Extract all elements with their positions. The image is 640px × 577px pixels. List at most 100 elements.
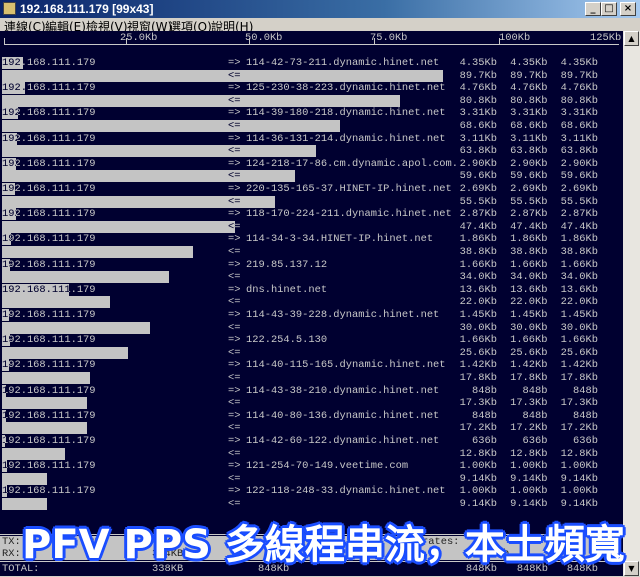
- menu-bar: 連線(C) 編輯(E) 檢視(V) 視窗(W) 選項(O) 說明(H): [0, 18, 640, 34]
- title-bar: 192.168.111.179 [99x43] _ □ ×: [0, 0, 640, 18]
- flow-tx-bar: [2, 107, 19, 120]
- scale-label: 50.0Kb: [245, 32, 283, 44]
- flow-rx-bar: [2, 69, 444, 82]
- flow-out-arrow: =>: [228, 384, 241, 397]
- flow-out-arrow: =>: [228, 485, 241, 498]
- flow-tx-bar: [2, 233, 12, 246]
- flow-rx-bar: [2, 296, 111, 309]
- putty-app-icon[interactable]: [3, 2, 16, 15]
- flow-out-arrow: =>: [228, 283, 241, 296]
- flow-rx-rate-40s: 59.6Kb: [560, 170, 598, 183]
- flow-rx-rate-40s: 17.8Kb: [560, 372, 598, 384]
- flow-tx-rate-40s: 3.31Kb: [560, 107, 598, 120]
- flow-remote-host: 114-43-39-228.dynamic.hinet.net: [246, 309, 440, 321]
- flow-in-arrow: <=: [228, 271, 241, 284]
- flow-in-arrow: <=: [228, 472, 241, 485]
- flow-in-arrow: <=: [228, 498, 241, 510]
- flow-out-arrow: =>: [228, 233, 241, 246]
- flow-remote-host: 124-218-17-86.cm.dynamic.apol.com.: [246, 157, 459, 170]
- scale-tick: [4, 38, 5, 45]
- flow-rx-rate-40s: 25.6Kb: [560, 346, 598, 359]
- flow-tx-rate-40s: 1.45Kb: [560, 309, 598, 321]
- flow-rx-bar: [2, 94, 400, 107]
- flow-tx-bar: [2, 183, 16, 195]
- flow-tx-bar: [2, 384, 7, 397]
- flow-rx-bar: [2, 397, 88, 410]
- flow-tx-rate-40s: 4.76Kb: [560, 82, 598, 95]
- flow-rx-bar: [2, 170, 296, 183]
- overlay-caption: PFV PPS 多線程串流，本土頻寬: [22, 522, 625, 568]
- flow-tx-bar: [2, 334, 11, 347]
- flow-remote-host: 114-39-180-218.dynamic.hinet.net: [246, 107, 446, 120]
- flow-local-host: 192.168.111.179: [2, 183, 96, 195]
- flow-in-arrow: <=: [228, 321, 241, 334]
- flow-tx-rate-40s: 848b: [573, 409, 598, 422]
- flow-tx-bar: [2, 435, 6, 447]
- flow-local-host: 192.168.111.179: [2, 334, 96, 347]
- scale-label: 125Kb: [590, 32, 622, 44]
- vertical-scrollbar[interactable]: ▲ ▼: [623, 31, 640, 576]
- flow-remote-host: 121-254-70-149.veetime.com: [246, 460, 409, 473]
- flow-tx-bar: [2, 485, 7, 498]
- flow-local-host: 192.168.111.179: [2, 384, 96, 397]
- flow-tx-bar: [2, 309, 10, 321]
- scale-label: 100Kb: [499, 32, 531, 44]
- flow-out-arrow: =>: [228, 208, 241, 221]
- flow-in-arrow: <=: [228, 447, 241, 460]
- flow-rx-rate-40s: 55.5Kb: [560, 195, 598, 208]
- flow-remote-host: 220-135-165-37.HINET-IP.hinet.net: [246, 183, 452, 195]
- flow-rx-bar: [2, 120, 340, 132]
- flow-out-arrow: =>: [228, 435, 241, 447]
- flow-tx-bar: [2, 283, 69, 296]
- flow-local-host: 192.168.111.179: [2, 460, 96, 473]
- window-title: 192.168.111.179 [99x43]: [20, 2, 154, 16]
- maximize-button[interactable]: □: [601, 2, 617, 16]
- flow-rx-rate-40s: 9.14Kb: [560, 472, 598, 485]
- flow-out-arrow: =>: [228, 57, 241, 69]
- flow-tx-rate-40s: 636b: [573, 435, 598, 447]
- flow-rx-bar: [2, 246, 193, 258]
- flow-remote-host: 114-34-3-34.HINET-IP.hinet.net: [246, 233, 434, 246]
- flow-tx-bar: [2, 359, 9, 372]
- terminal-area[interactable]: 25.0Kb 50.0Kb 75.0Kb 100Kb 125Kb 192.168…: [0, 31, 623, 576]
- flow-out-arrow: =>: [228, 183, 241, 195]
- flow-tx-rate-40s: 1.00Kb: [560, 485, 598, 498]
- flow-remote-host: 118-170-224-211.dynamic.hinet.net: [246, 208, 452, 221]
- rx-label: RX:: [2, 548, 21, 560]
- tx-label: TX:: [2, 536, 21, 548]
- flow-remote-host: 114-40-115-165.dynamic.hinet.net: [246, 359, 446, 372]
- flow-rx-rate-40s: 89.7Kb: [560, 69, 598, 82]
- flow-rx-rate-40s: 30.0Kb: [560, 321, 598, 334]
- flow-rx-rate-40s: 12.8Kb: [560, 447, 598, 460]
- flow-out-arrow: =>: [228, 309, 241, 321]
- flow-tx-bar: [2, 157, 17, 170]
- flow-tx-bar: [2, 208, 17, 221]
- flow-local-host: 192.168.111.179: [2, 258, 96, 271]
- flow-out-arrow: =>: [228, 359, 241, 372]
- flow-remote-host: 114-42-60-122.dynamic.hinet.net: [246, 435, 440, 447]
- flow-remote-host: 114-36-131-214.dynamic.hinet.net: [246, 132, 446, 145]
- flow-tx-bar: [2, 460, 7, 473]
- flow-in-arrow: <=: [228, 346, 241, 359]
- flow-remote-host: dns.hinet.net: [246, 283, 328, 296]
- flow-local-host: 192.168.111.179: [2, 409, 96, 422]
- flow-tx-rate-40s: 13.6Kb: [560, 283, 598, 296]
- scale-label: 75.0Kb: [370, 32, 408, 44]
- scroll-up-button[interactable]: ▲: [624, 31, 639, 46]
- flow-rx-bar: [2, 346, 128, 359]
- flow-tx-rate-40s: 1.86Kb: [560, 233, 598, 246]
- flow-remote-host: 125-230-38-223.dynamic.hinet.net: [246, 82, 446, 95]
- flow-rx-bar: [2, 145, 316, 158]
- minimize-button[interactable]: _: [585, 2, 601, 16]
- flow-tx-bar: [2, 132, 18, 145]
- scroll-down-button[interactable]: ▼: [624, 561, 639, 576]
- flow-rx-bar: [2, 372, 90, 384]
- flow-tx-bar: [2, 82, 26, 95]
- flow-in-arrow: <=: [228, 372, 241, 384]
- close-button[interactable]: ×: [620, 2, 636, 16]
- flow-rx-rate-40s: 80.8Kb: [560, 94, 598, 107]
- scale-label: 25.0Kb: [120, 32, 158, 44]
- flow-rx-bar: [2, 195, 276, 208]
- flow-tx-rate-40s: 1.66Kb: [560, 258, 598, 271]
- flow-out-arrow: =>: [228, 409, 241, 422]
